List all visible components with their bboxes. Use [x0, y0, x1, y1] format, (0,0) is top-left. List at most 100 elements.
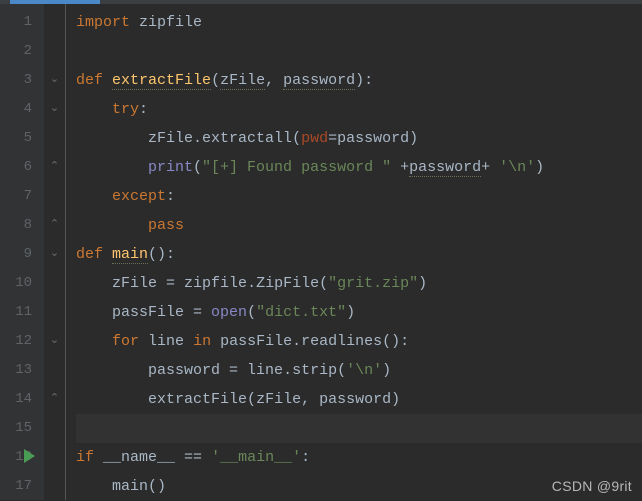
keyword: if [76, 449, 94, 466]
code-line[interactable]: password = line.strip('\n') [76, 356, 642, 385]
class-name: ZipFile [256, 275, 319, 292]
module-name: zipfile [184, 275, 247, 292]
builtin: open [211, 304, 247, 321]
punct: : [301, 449, 310, 466]
fold-cell [44, 182, 65, 211]
code-line[interactable]: zFile.extractall(pwd=password) [76, 124, 642, 153]
code-line[interactable]: extractFile(zFile, password) [76, 385, 642, 414]
fold-end-icon[interactable]: ⌃ [44, 153, 65, 182]
fold-cell [44, 472, 65, 501]
identifier: password [319, 391, 391, 408]
punct: = [328, 130, 337, 147]
punct: ( [337, 362, 346, 379]
fold-cell [44, 124, 65, 153]
line-number[interactable]: 4 [0, 95, 44, 124]
punct: (): [382, 333, 409, 350]
operator: = [184, 304, 211, 321]
fold-cell [44, 298, 65, 327]
line-number[interactable]: 7 [0, 182, 44, 211]
line-number[interactable]: 10 [0, 269, 44, 298]
fold-cell [44, 443, 65, 472]
builtin: print [148, 159, 193, 176]
keyword: def [76, 72, 103, 89]
identifier: zFile [148, 130, 193, 147]
code-area[interactable]: import zipfile def extractFile(zFile, pa… [66, 4, 642, 500]
keyword: pass [148, 217, 184, 234]
line-number[interactable]: 1 [0, 8, 44, 37]
punct: . [193, 130, 202, 147]
fold-toggle-icon[interactable]: ⌄ [44, 95, 65, 124]
keyword: for [112, 333, 139, 350]
fold-cell [44, 414, 65, 443]
keyword: try [112, 101, 139, 118]
code-line[interactable]: for line in passFile.readlines(): [76, 327, 642, 356]
line-number[interactable]: 9 [0, 240, 44, 269]
code-line[interactable]: def main(): [76, 240, 642, 269]
fold-toggle-icon[interactable]: ⌄ [44, 240, 65, 269]
line-number[interactable]: 16 [0, 443, 44, 472]
fold-end-icon[interactable]: ⌃ [44, 211, 65, 240]
code-line[interactable] [76, 37, 642, 66]
fold-cell [44, 8, 65, 37]
line-number[interactable]: 14 [0, 385, 44, 414]
punct: ( [247, 304, 256, 321]
operator: + [391, 159, 409, 176]
code-line[interactable]: if __name__ == '__main__': [76, 443, 642, 472]
fold-end-icon[interactable]: ⌃ [44, 385, 65, 414]
identifier: passFile [220, 333, 292, 350]
line-number[interactable]: 8 [0, 211, 44, 240]
identifier: password [337, 130, 409, 147]
keyword: def [76, 246, 103, 263]
line-number[interactable]: 11 [0, 298, 44, 327]
identifier: zFile [256, 391, 301, 408]
function-def: main [112, 246, 148, 264]
identifier: password [148, 362, 220, 379]
code-line-current[interactable] [76, 414, 642, 443]
fold-gutter: ⌄ ⌄ ⌃ ⌃ ⌄ ⌄ ⌃ [44, 4, 66, 500]
line-number[interactable]: 2 [0, 37, 44, 66]
punct: . [292, 333, 301, 350]
code-line[interactable]: try: [76, 95, 642, 124]
operator: == [175, 449, 211, 466]
method-call: readlines [301, 333, 382, 350]
punct: ) [418, 275, 427, 292]
code-line[interactable]: import zipfile [76, 8, 642, 37]
parameter: zFile [220, 72, 265, 90]
run-gutter-icon[interactable] [24, 449, 35, 463]
line-number[interactable]: 13 [0, 356, 44, 385]
function-call: main [112, 478, 148, 495]
fold-toggle-icon[interactable]: ⌄ [44, 327, 65, 356]
function-def: extractFile [112, 72, 211, 90]
line-number[interactable]: 6 [0, 153, 44, 182]
code-line[interactable]: zFile = zipfile.ZipFile("grit.zip") [76, 269, 642, 298]
code-line[interactable]: print("[+] Found password " +password+ '… [76, 153, 642, 182]
punct: ) [535, 159, 544, 176]
method-call: extractall [202, 130, 292, 147]
string: "grit.zip" [328, 275, 418, 292]
punct: ( [292, 130, 301, 147]
line-number[interactable]: 17 [0, 472, 44, 501]
code-line[interactable]: passFile = open("dict.txt") [76, 298, 642, 327]
punct: ( [247, 391, 256, 408]
code-line[interactable]: pass [76, 211, 642, 240]
code-line[interactable]: except: [76, 182, 642, 211]
identifier: password [409, 159, 481, 177]
fold-cell [44, 269, 65, 298]
kwarg: pwd [301, 130, 328, 147]
punct: ) [409, 130, 418, 147]
line-number[interactable]: 12 [0, 327, 44, 356]
line-number-gutter: 1 2 3 4 5 6 7 8 9 10 11 12 13 14 15 16 1… [0, 4, 44, 500]
punct: ) [382, 362, 391, 379]
line-number[interactable]: 3 [0, 66, 44, 95]
line-number[interactable]: 5 [0, 124, 44, 153]
code-line[interactable]: def extractFile(zFile, password): [76, 66, 642, 95]
fold-toggle-icon[interactable]: ⌄ [44, 66, 65, 95]
punct: ) [391, 391, 400, 408]
identifier: line [148, 333, 184, 350]
keyword: except [112, 188, 166, 205]
identifier: zFile [112, 275, 157, 292]
parameter: password [283, 72, 355, 90]
line-number[interactable]: 15 [0, 414, 44, 443]
function-call: extractFile [148, 391, 247, 408]
dunder: __name__ [103, 449, 175, 466]
